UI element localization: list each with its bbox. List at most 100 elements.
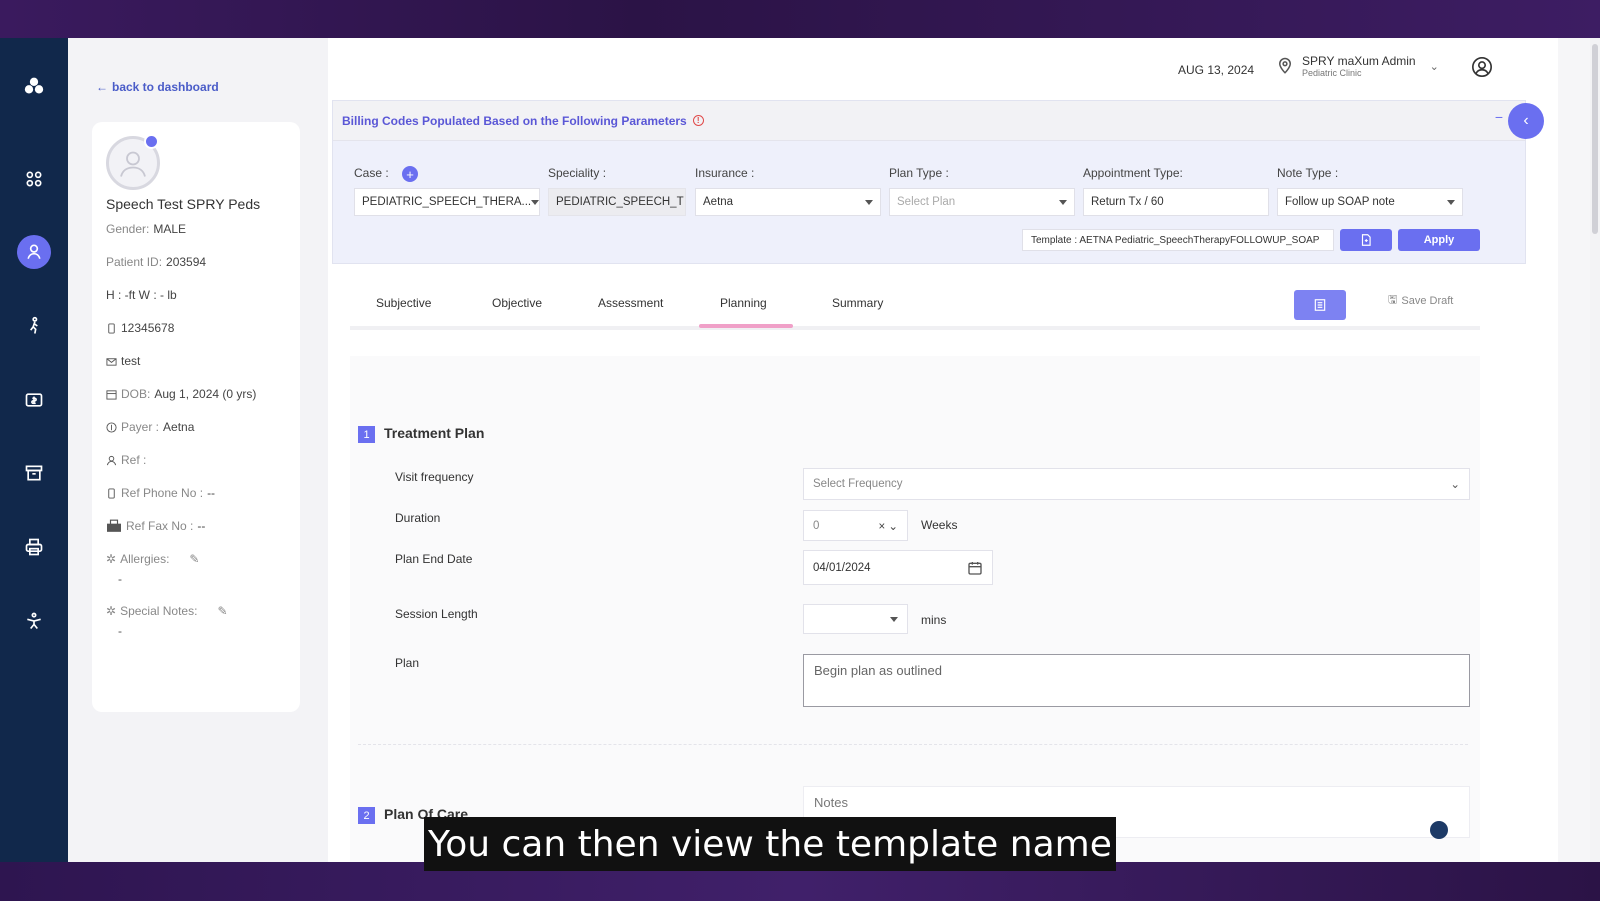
caret-down-icon (531, 199, 539, 205)
plan-type-select[interactable]: Select Plan (889, 188, 1075, 216)
gender-row: Gender: MALE (106, 222, 187, 236)
billing-title: Billing Codes Populated Based on the Fol… (342, 113, 687, 128)
appointment-type-field[interactable]: Return Tx / 60 (1083, 188, 1269, 216)
user-menu[interactable]: SPRY maXum Admin Pediatric Clinic ⌄ (1276, 54, 1439, 78)
height-weight-row: H : -ft W : - lb (106, 288, 177, 302)
print-icon[interactable] (14, 527, 54, 567)
session-length-select[interactable] (803, 604, 908, 634)
walk-icon[interactable] (14, 306, 54, 346)
video-subtitle: You can then view the template name (424, 817, 1116, 871)
main-content: AUG 13, 2024 SPRY maXum Admin Pediatric … (328, 38, 1558, 862)
speciality-field: PEDIATRIC_SPEECH_T (548, 188, 686, 216)
visit-frequency-select[interactable]: Select Frequency ⌄ (803, 468, 1470, 500)
note-type-select[interactable]: Follow up SOAP note (1277, 188, 1463, 216)
patient-icon[interactable] (17, 235, 51, 269)
tab-objective[interactable]: Objective (492, 296, 542, 310)
add-case-icon[interactable]: + (402, 166, 419, 182)
template-doc-button[interactable] (1340, 229, 1392, 251)
session-unit: mins (921, 613, 947, 627)
email-row: test (106, 354, 140, 368)
note-type-label: Note Type : (1277, 166, 1339, 180)
fax-icon (107, 519, 121, 532)
save-draft-button[interactable]: 🖫 Save Draft (1388, 291, 1453, 310)
asterisk-icon: ✲ (106, 552, 117, 566)
clear-icon[interactable]: × ⌄ (878, 519, 898, 533)
calendar-icon[interactable] (967, 560, 983, 576)
duration-unit: Weeks (921, 518, 958, 532)
logo-icon[interactable] (14, 66, 54, 106)
case-select[interactable]: PEDIATRIC_SPEECH_THERA... (354, 188, 540, 216)
archive-icon[interactable] (14, 453, 54, 493)
location-pin-icon (1278, 57, 1292, 74)
patient-panel: ← back to dashboard Speech Test SPRY Ped… (68, 38, 328, 862)
calendar-icon (106, 389, 117, 400)
caret-down-icon (1447, 199, 1455, 205)
edit-allergies-icon[interactable]: ✎ (189, 552, 199, 566)
section-divider (358, 744, 1468, 745)
template-name: Template : AETNA Pediatric_SpeechTherapy… (1022, 229, 1334, 251)
list-view-button[interactable] (1294, 290, 1346, 320)
minimize-icon[interactable]: − (1495, 109, 1503, 125)
app-window: ← back to dashboard Speech Test SPRY Ped… (0, 38, 1600, 862)
case-label: Case : + (354, 166, 419, 182)
person-icon (120, 151, 146, 177)
session-length-label: Session Length (395, 607, 478, 621)
plan-end-date-label: Plan End Date (395, 552, 473, 566)
tab-planning[interactable]: Planning (720, 296, 767, 310)
asterisk-icon: ✲ (106, 604, 117, 618)
plan-label: Plan (395, 656, 420, 670)
insurance-label: Insurance : (695, 166, 755, 180)
caret-down-icon (890, 616, 898, 622)
chevron-down-icon: ⌄ (1429, 60, 1439, 73)
yoga-icon[interactable] (14, 601, 54, 641)
ai-assist-icon[interactable] (1430, 821, 1448, 839)
special-notes-value: - (118, 624, 122, 638)
plan-textarea[interactable]: Begin plan as outlined (803, 654, 1470, 707)
collapse-panel-button[interactable]: ‹ (1508, 103, 1544, 139)
tab-assessment[interactable]: Assessment (598, 296, 663, 310)
payer-icon (106, 421, 117, 433)
user-avatar-icon[interactable] (1471, 56, 1493, 83)
document-icon (1361, 234, 1371, 246)
user-name: SPRY maXum Admin (1302, 54, 1416, 68)
plan-type-label: Plan Type : (889, 166, 949, 180)
patient-name: Speech Test SPRY Peds (106, 196, 261, 212)
back-to-dashboard-link[interactable]: ← back to dashboard (96, 80, 219, 94)
insurance-select[interactable]: Aetna (695, 188, 881, 216)
billing-icon[interactable] (14, 380, 54, 420)
ref-phone-row: Ref Phone No : -- (106, 486, 215, 500)
chevron-down-icon: ⌄ (1450, 479, 1460, 491)
save-icon: 🖫 (1388, 294, 1398, 306)
duration-label: Duration (395, 511, 441, 525)
person-outline-icon (106, 455, 117, 465)
phone-row: 12345678 (106, 321, 174, 335)
duration-select[interactable]: 0 × ⌄ (803, 510, 908, 541)
tab-summary[interactable]: Summary (832, 296, 883, 310)
info-icon[interactable]: ! (692, 115, 704, 126)
email-icon (106, 357, 117, 366)
allergies-value: - (118, 572, 122, 586)
treatment-plan-title: Treatment Plan (384, 425, 485, 441)
patient-card: Speech Test SPRY Peds Gender: MALE Patie… (92, 122, 300, 712)
plan-end-date-input[interactable]: 04/01/2024 (803, 550, 993, 585)
active-tab-indicator (699, 324, 793, 328)
scrollbar[interactable] (1590, 38, 1600, 862)
clinic-name: Pediatric Clinic (1302, 68, 1362, 78)
speciality-label: Speciality : (548, 166, 607, 180)
edit-special-notes-icon[interactable]: ✎ (217, 604, 227, 618)
apply-button[interactable]: Apply (1398, 229, 1480, 251)
visit-frequency-label: Visit frequency (395, 470, 474, 484)
list-icon (1314, 299, 1326, 311)
edit-avatar-icon[interactable] (144, 134, 159, 149)
caret-down-icon (1059, 199, 1067, 205)
current-date: AUG 13, 2024 (1178, 63, 1255, 77)
section-number: 2 (358, 807, 375, 824)
grid-icon[interactable] (14, 159, 54, 199)
scrollbar-thumb[interactable] (1592, 44, 1598, 234)
phone-icon (108, 487, 115, 499)
billing-header: Billing Codes Populated Based on the Fol… (333, 101, 1525, 141)
phone-icon (108, 322, 115, 334)
tab-subjective[interactable]: Subjective (376, 296, 431, 310)
allergies-row: ✲ Allergies: ✎ (106, 552, 200, 566)
dob-row: DOB: Aug 1, 2024 (0 yrs) (106, 387, 256, 401)
